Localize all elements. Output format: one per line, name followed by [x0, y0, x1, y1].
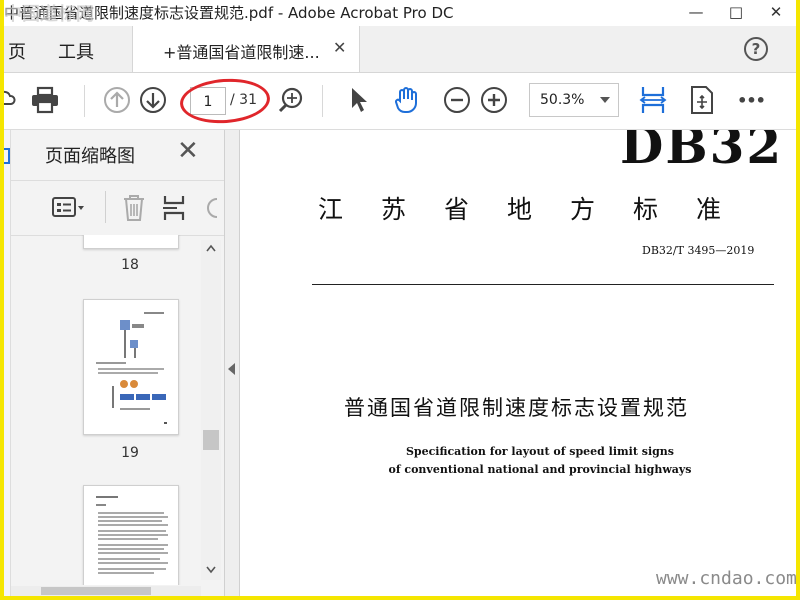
toolbar-separator — [322, 85, 323, 117]
document-view[interactable]: DB32 江苏省地方标准 DB32/T 3495—2019 普通国省道限制速度标… — [240, 130, 796, 596]
pages-icon[interactable] — [4, 148, 10, 164]
navigation-pane-strip — [4, 130, 11, 596]
scroll-down-icon[interactable] — [206, 566, 216, 574]
horizontal-scrollbar-thumb[interactable] — [41, 587, 151, 595]
pane-divider[interactable] — [225, 130, 240, 596]
zoom-marquee-icon[interactable] — [276, 85, 306, 115]
rotate-page-icon[interactable] — [205, 195, 219, 225]
help-icon[interactable]: ? — [744, 37, 768, 61]
toolbar-separator — [84, 85, 85, 117]
zoom-level-value: 50.3% — [540, 92, 585, 108]
thumbnail-page[interactable] — [83, 235, 179, 249]
rotate-view-icon[interactable] — [687, 85, 717, 115]
site-watermark: www.cndao.com — [656, 568, 796, 589]
close-tab-button[interactable]: ✕ — [333, 38, 346, 57]
panel-toolbar — [11, 180, 224, 236]
print-icon[interactable] — [30, 85, 60, 115]
page-thumbnails-panel: 页面缩略图 ✕ 18 19 — [11, 130, 225, 596]
scroll-up-icon[interactable] — [206, 244, 216, 252]
thumbnail-label: 18 — [121, 257, 139, 273]
thumbnail-horizontal-scrollbar[interactable] — [11, 586, 201, 596]
thumbnail-page[interactable] — [83, 485, 179, 585]
panel-separator — [105, 191, 106, 223]
thumbnail-list: 18 19 — [11, 235, 199, 585]
standard-number: DB32/T 3495—2019 — [642, 244, 755, 257]
tab-bar: 页 工具 +普通国省道限制速... ✕ ? — [4, 26, 796, 73]
thumbnail-options-icon[interactable] — [51, 195, 85, 225]
more-tools-icon[interactable]: ••• — [736, 85, 766, 115]
zoom-in-icon[interactable] — [479, 85, 509, 115]
zoom-out-icon[interactable] — [442, 85, 472, 115]
overlay-watermark-text: 中国道标网 — [4, 4, 94, 25]
title-bar: 中普通国省道限制速度标志设置规范.pdf - Adobe Acrobat Pro… — [4, 0, 796, 26]
document-title-en: Specification for layout of speed limit … — [340, 443, 740, 479]
insert-page-icon[interactable] — [161, 193, 191, 227]
document-title-cn: 普通国省道限制速度标志设置规范 — [344, 396, 689, 420]
cloud-icon[interactable] — [4, 85, 20, 115]
close-window-button[interactable]: ✕ — [756, 0, 796, 24]
hand-tool-icon[interactable] — [392, 85, 422, 115]
thumbnail-page[interactable] — [83, 299, 179, 435]
minimize-button[interactable]: — — [676, 0, 716, 24]
collapse-arrow-icon[interactable] — [228, 363, 235, 375]
thumbnail-preview — [96, 496, 168, 574]
tab-home[interactable]: 页 — [8, 38, 26, 64]
standard-category-title: 江苏省地方标准 — [318, 195, 760, 224]
thumbnail-preview — [96, 312, 167, 424]
previous-page-icon[interactable] — [102, 85, 132, 115]
next-page-icon[interactable] — [138, 85, 168, 115]
document-title-en-line1: Specification for layout of speed limit … — [405, 445, 675, 458]
chevron-down-icon — [600, 97, 610, 103]
zoom-level-select[interactable]: 50.3% — [529, 83, 619, 117]
delete-page-icon[interactable] — [121, 193, 147, 227]
maximize-button[interactable]: □ — [716, 0, 756, 24]
tab-tools[interactable]: 工具 — [58, 38, 94, 64]
thumbnail-label: 19 — [121, 445, 139, 461]
annotation-red-oval — [178, 75, 272, 127]
toolbar: 1 / 31 50.3% ••• — [4, 73, 796, 130]
fit-page-icon[interactable] — [638, 85, 668, 115]
standard-code: DB32 — [620, 130, 784, 175]
acrobat-window: 中普通国省道限制速度标志设置规范.pdf - Adobe Acrobat Pro… — [4, 0, 796, 596]
document-title-en-line2: of conventional national and provincial … — [388, 463, 692, 476]
close-panel-button[interactable]: ✕ — [177, 136, 199, 166]
select-cursor-icon[interactable] — [344, 85, 374, 115]
panel-title: 页面缩略图 — [45, 146, 135, 167]
thumbnail-scrollbar[interactable] — [201, 240, 221, 580]
document-tab[interactable]: +普通国省道限制速... ✕ — [132, 26, 360, 72]
title-rule — [312, 284, 774, 285]
scrollbar-thumb[interactable] — [203, 430, 219, 450]
document-tab-label: +普通国省道限制速... — [163, 43, 320, 62]
